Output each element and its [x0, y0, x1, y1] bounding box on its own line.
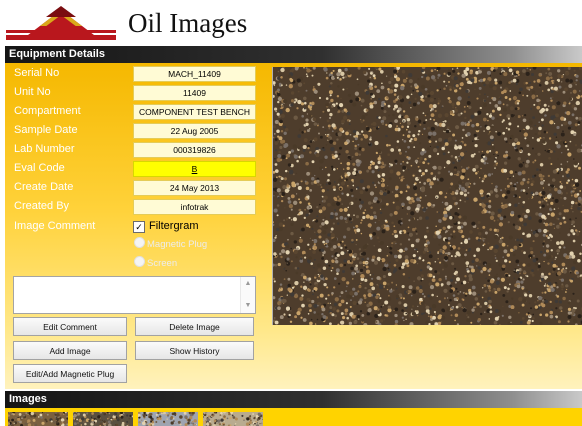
sample-date-value: 22 Aug 2005: [133, 123, 256, 139]
screen-label: Screen: [147, 258, 178, 269]
serial-no-value: MACH_11409: [133, 66, 256, 82]
eval-code-label: Eval Code: [14, 162, 65, 174]
scroll-down-icon[interactable]: ▼: [244, 302, 252, 310]
unit-no-label: Unit No: [14, 86, 51, 98]
lab-number-value: 000319826: [133, 142, 256, 158]
equipment-details-header: Equipment Details: [5, 46, 582, 63]
created-by-label: Created By: [14, 200, 70, 212]
screen-radio: [134, 256, 145, 267]
compartment-value: COMPONENT TEST BENCH: [133, 104, 256, 120]
image-thumbnail[interactable]: [8, 412, 68, 426]
sample-date-label: Sample Date: [14, 124, 78, 136]
thumbnail-texture: [8, 412, 68, 426]
delete-image-button[interactable]: Delete Image: [135, 317, 254, 336]
filtergram-checkbox[interactable]: ✓: [133, 221, 145, 233]
add-image-button[interactable]: Add Image: [13, 341, 127, 360]
image-thumbnail[interactable]: [73, 412, 133, 426]
edit-comment-button[interactable]: Edit Comment: [13, 317, 127, 336]
unit-no-value: 11409: [133, 85, 256, 101]
image-comment-label: Image Comment: [14, 220, 96, 232]
image-thumbnail[interactable]: [138, 412, 198, 426]
image-thumbnail[interactable]: [203, 412, 263, 426]
filtergram-option[interactable]: ✓ Filtergram: [133, 219, 199, 233]
app-header: Oil Images: [0, 0, 582, 46]
equipment-details-panel: Serial No MACH_11409 Unit No 11409 Compa…: [5, 63, 582, 389]
oil-sample-image: [272, 67, 582, 325]
serial-no-label: Serial No: [14, 67, 60, 79]
thumbnail-texture: [138, 412, 198, 426]
magnetic-plug-label: Magnetic Plug: [147, 239, 208, 250]
compartment-label: Compartment: [14, 105, 81, 117]
thumbnail-texture: [203, 412, 263, 426]
created-by-value: infotrak: [133, 199, 256, 215]
oil-logo: [6, 6, 116, 40]
edit-magnetic-plug-button[interactable]: Edit/Add Magnetic Plug: [13, 364, 127, 383]
create-date-label: Create Date: [14, 181, 74, 193]
eval-code-value[interactable]: B: [133, 161, 256, 177]
screen-option: Screen: [134, 256, 177, 270]
oil-sample-texture: [273, 67, 582, 325]
create-date-value: 24 May 2013: [133, 180, 256, 196]
lab-number-label: Lab Number: [14, 143, 75, 155]
page-title: Oil Images: [128, 8, 248, 38]
magnetic-plug-radio: [134, 237, 145, 248]
comment-textarea[interactable]: ▲ ▼: [13, 276, 256, 314]
show-history-button[interactable]: Show History: [135, 341, 254, 360]
thumbnail-strip: [5, 408, 582, 426]
filtergram-label: Filtergram: [149, 220, 199, 232]
scroll-up-icon[interactable]: ▲: [244, 280, 252, 288]
magnetic-plug-option: Magnetic Plug: [134, 237, 207, 251]
thumbnail-texture: [73, 412, 133, 426]
comment-scrollbar[interactable]: ▲ ▼: [240, 277, 255, 313]
images-header: Images: [5, 391, 582, 408]
